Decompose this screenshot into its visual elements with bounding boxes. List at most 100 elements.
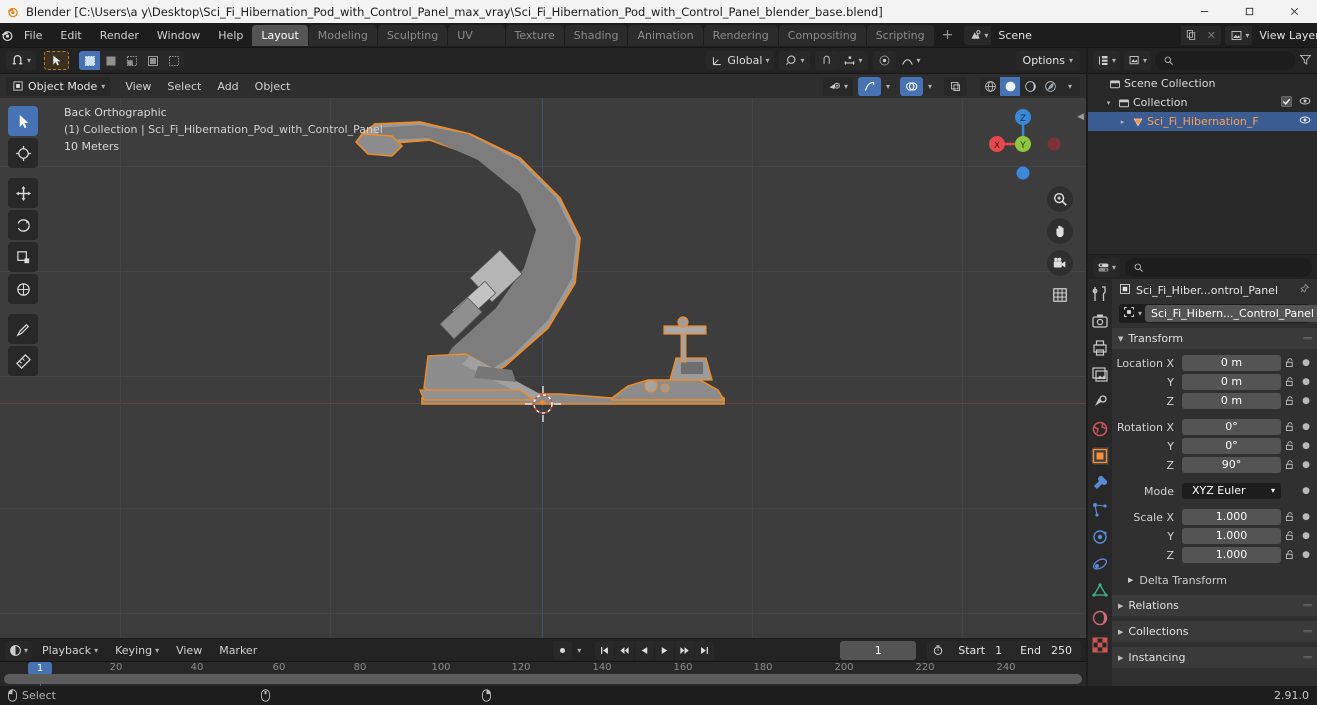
zoom-view-icon[interactable] bbox=[1047, 186, 1073, 212]
workspace-tab-layout[interactable]: Layout bbox=[252, 24, 308, 46]
field-location-y[interactable]: Y 0 m ● bbox=[1112, 373, 1313, 391]
expand-arrow-icon[interactable]: ▾ bbox=[1102, 99, 1115, 107]
tab-view-layer[interactable] bbox=[1091, 366, 1109, 384]
add-workspace-button[interactable]: + bbox=[935, 28, 961, 42]
tab-output[interactable] bbox=[1091, 339, 1109, 357]
panel-header-instancing[interactable]: ▶ Instancing ══ bbox=[1112, 647, 1317, 668]
outliner-search-input[interactable] bbox=[1155, 51, 1295, 70]
workspace-tab-compositing[interactable]: Compositing bbox=[778, 24, 866, 46]
tool-scale[interactable] bbox=[8, 242, 38, 272]
viewport-menu-view[interactable]: View bbox=[117, 77, 159, 96]
proportional-falloff-button[interactable] bbox=[872, 51, 896, 70]
select-set-icon[interactable] bbox=[79, 51, 101, 70]
lock-icon[interactable] bbox=[1281, 531, 1299, 541]
animate-property-dot[interactable]: ● bbox=[1299, 358, 1313, 368]
panel-drag-handle[interactable]: ══ bbox=[1303, 653, 1312, 662]
timeline-ruler[interactable]: 20 40 60 80 100 120 140 160 180 200 220 … bbox=[0, 662, 1086, 686]
panel-header-transform[interactable]: ▼ Transform ══ bbox=[1112, 328, 1317, 349]
jump-to-end-button[interactable] bbox=[695, 640, 715, 660]
current-frame-field[interactable]: 1 bbox=[840, 640, 917, 660]
scene-selector[interactable]: ▾ Scene ✕ bbox=[964, 25, 1222, 45]
panel-drag-handle[interactable]: ══ bbox=[1303, 334, 1312, 343]
end-frame-field[interactable]: End 250 bbox=[1011, 644, 1081, 657]
outliner-editor-type-dropdown[interactable]: ▾ bbox=[1093, 51, 1121, 70]
field-rotation-x[interactable]: Rotation X 0° ● bbox=[1112, 418, 1313, 436]
tab-physics[interactable] bbox=[1091, 528, 1109, 546]
pivot-point-dropdown[interactable]: ▾ bbox=[779, 51, 810, 70]
viewport-menu-add[interactable]: Add bbox=[209, 77, 246, 96]
properties-editor-type-dropdown[interactable]: ▾ bbox=[1093, 257, 1121, 277]
animate-property-dot[interactable]: ● bbox=[1299, 441, 1313, 451]
timeline-horizontal-scrollbar[interactable] bbox=[4, 674, 1082, 684]
animate-property-dot[interactable]: ● bbox=[1299, 550, 1313, 560]
outliner-filter-icon[interactable] bbox=[1299, 53, 1312, 69]
shading-mode-group[interactable]: ▾ bbox=[980, 76, 1080, 96]
proportional-editing-button[interactable]: ▾ bbox=[837, 51, 868, 70]
play-button[interactable] bbox=[655, 640, 675, 660]
workspace-tab-uv-editing[interactable]: UV Editing bbox=[448, 24, 505, 63]
snap-magnet-dropdown[interactable]: ▾ bbox=[6, 51, 37, 70]
snap-toggle-button[interactable] bbox=[814, 51, 838, 70]
view-layer-selector[interactable]: ▾ View Layer ✕ bbox=[1225, 25, 1317, 45]
shading-options-dropdown[interactable]: ▾ bbox=[1060, 76, 1080, 96]
overlay-options-dropdown[interactable]: ▾ bbox=[923, 77, 937, 96]
new-scene-button[interactable] bbox=[1181, 25, 1202, 45]
tab-world[interactable] bbox=[1091, 420, 1109, 438]
lock-icon[interactable] bbox=[1281, 512, 1299, 522]
pin-icon[interactable] bbox=[1298, 283, 1310, 298]
workspace-tab-texture-paint[interactable]: Texture Paint bbox=[505, 24, 564, 63]
tab-scene[interactable] bbox=[1091, 393, 1109, 411]
animate-property-dot[interactable]: ● bbox=[1299, 422, 1313, 432]
animate-property-dot[interactable]: ● bbox=[1299, 531, 1313, 541]
viewport-canvas[interactable] bbox=[0, 98, 1086, 638]
subpanel-delta-transform[interactable]: ▶ Delta Transform bbox=[1112, 570, 1317, 590]
tool-move[interactable] bbox=[8, 178, 38, 208]
visibility-dropdown[interactable]: ▾ bbox=[822, 76, 853, 96]
eye-icon[interactable] bbox=[1299, 114, 1311, 129]
field-rotation-y[interactable]: Y 0° ● bbox=[1112, 437, 1313, 455]
field-value[interactable]: 0 m bbox=[1182, 355, 1281, 371]
field-value[interactable]: 0 m bbox=[1182, 393, 1281, 409]
jump-to-start-button[interactable] bbox=[595, 640, 615, 660]
keyframe-options-dropdown[interactable]: ▾ bbox=[575, 641, 583, 660]
lock-icon[interactable] bbox=[1281, 441, 1299, 451]
tab-render[interactable] bbox=[1091, 312, 1109, 330]
field-value[interactable]: 1.000 bbox=[1182, 547, 1281, 563]
menu-file[interactable]: File bbox=[15, 26, 51, 45]
xray-toggle-button[interactable] bbox=[944, 76, 967, 96]
collection-checkbox[interactable] bbox=[1281, 95, 1292, 110]
close-button[interactable] bbox=[1272, 0, 1317, 23]
start-frame-field[interactable]: Start 1 bbox=[949, 644, 1011, 657]
menu-window[interactable]: Window bbox=[148, 26, 209, 45]
properties-search-input[interactable] bbox=[1125, 257, 1312, 277]
animate-property-dot[interactable]: ● bbox=[1299, 512, 1313, 522]
sidebar-collapse-arrow-icon[interactable]: ◀ bbox=[1077, 112, 1084, 122]
material-preview-shading-icon[interactable] bbox=[1020, 76, 1040, 96]
select-mode-group[interactable] bbox=[79, 51, 185, 70]
tab-tool[interactable] bbox=[1091, 285, 1109, 303]
timeline-menu-keying[interactable]: Keying ▾ bbox=[108, 641, 166, 660]
expand-arrow-icon[interactable]: ▸ bbox=[1116, 118, 1129, 126]
viewport-menu-select[interactable]: Select bbox=[159, 77, 209, 96]
field-location-z[interactable]: Z 0 m ● bbox=[1112, 392, 1313, 410]
lock-icon[interactable] bbox=[1281, 422, 1299, 432]
use-preview-range-icon[interactable] bbox=[927, 644, 949, 656]
timeline-menu-playback[interactable]: Playback ▾ bbox=[35, 641, 105, 660]
remove-scene-button[interactable]: ✕ bbox=[1201, 25, 1222, 45]
tab-modifiers[interactable] bbox=[1091, 474, 1109, 492]
outliner-display-mode-dropdown[interactable]: ▾ bbox=[1124, 51, 1152, 70]
tool-transform[interactable] bbox=[8, 274, 38, 304]
view-layer-browse-icon[interactable]: ▾ bbox=[1225, 25, 1253, 45]
wireframe-shading-icon[interactable] bbox=[980, 76, 1000, 96]
field-location-x[interactable]: Location X 0 m ● bbox=[1112, 354, 1313, 372]
lock-icon[interactable] bbox=[1281, 377, 1299, 387]
move-view-hand-icon[interactable] bbox=[1047, 218, 1073, 244]
outliner-row-collection[interactable]: ▾ Collection bbox=[1088, 93, 1317, 112]
field-value[interactable]: 90° bbox=[1182, 457, 1281, 473]
scene-name-field[interactable]: Scene bbox=[991, 25, 1182, 45]
chevron-down-icon[interactable]: ▾ bbox=[1138, 309, 1142, 318]
menu-edit[interactable]: Edit bbox=[51, 26, 90, 45]
view-layer-name-field[interactable]: View Layer bbox=[1252, 25, 1317, 45]
jump-to-next-keyframe-button[interactable] bbox=[675, 640, 695, 660]
object-mode-dropdown[interactable]: Object Mode ▾ bbox=[6, 76, 112, 96]
